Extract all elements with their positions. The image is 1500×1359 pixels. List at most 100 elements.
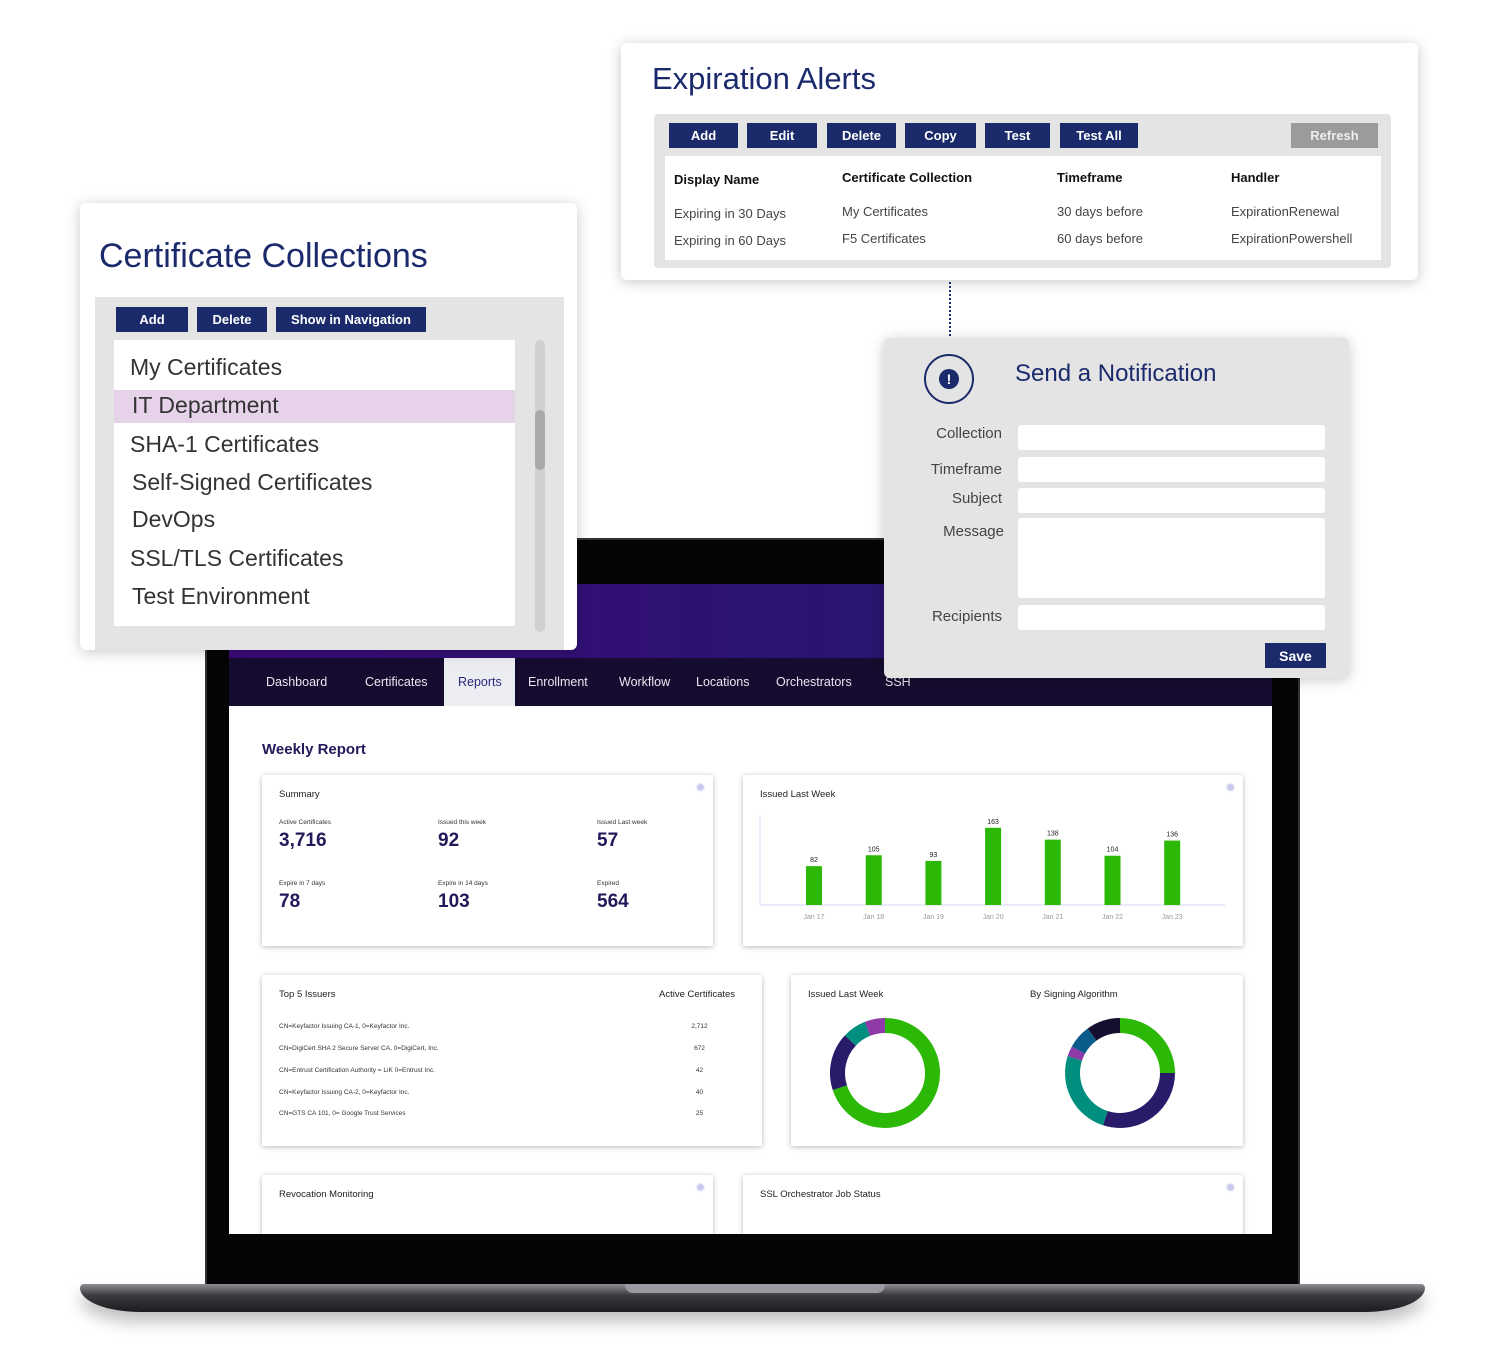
gear-icon[interactable]: ✹	[695, 780, 706, 796]
x-tick-label: Jan 19	[923, 914, 944, 921]
stat-label: Active Certificates	[279, 819, 332, 826]
column-header: Display Name	[674, 172, 760, 187]
issuer-count: 42	[695, 1067, 704, 1074]
add-button[interactable]: Add	[669, 123, 738, 148]
recipients-input[interactable]	[1018, 605, 1325, 630]
card-title: Revocation Monitoring	[279, 1189, 374, 1200]
revocation-card: Revocation Monitoring ✹	[262, 1175, 713, 1234]
column-header: Timeframe	[1057, 170, 1123, 185]
issuer-count: 40	[695, 1089, 704, 1096]
list-item[interactable]: Test Environment	[132, 583, 310, 610]
laptop-base	[80, 1284, 1425, 1312]
panel-title: Send a Notification	[1015, 360, 1217, 387]
collection-input[interactable]	[1018, 425, 1325, 450]
donut-charts	[830, 1018, 1175, 1128]
message-textarea[interactable]	[1018, 518, 1325, 598]
list-item[interactable]: SSL/TLS Certificates	[130, 545, 343, 572]
bar-chart: 82 Jan 17 105 Jan 18 93 Jan 19 163 Jan 20 138 Jan…	[759, 815, 1225, 921]
stat-value: 57	[597, 830, 619, 851]
bar-value-label: 136	[1166, 832, 1178, 839]
list-item-selected[interactable]: IT Department	[132, 392, 279, 419]
bar	[1164, 840, 1181, 905]
nav-locations[interactable]: Locations	[682, 658, 764, 706]
donut-slice	[1071, 1028, 1097, 1055]
bar-value-label: 104	[1107, 847, 1119, 854]
table-cell[interactable]: Expiring in 60 Days	[674, 233, 786, 248]
connector-line	[949, 282, 951, 344]
table-cell: 30 days before	[1057, 204, 1144, 219]
card-title: Summary	[279, 789, 320, 800]
send-notification-panel: ! Send a Notification Collection Timefra…	[884, 338, 1349, 678]
field-label: Subject	[951, 490, 1002, 507]
stat-value: 103	[438, 891, 470, 912]
collections-body: Add Delete Show in Navigation My Certifi…	[95, 297, 564, 650]
field-label: Timeframe	[930, 461, 1002, 478]
scrollbar[interactable]	[535, 340, 545, 632]
issuer-count: 2,712	[691, 1023, 708, 1030]
nav-enrollment[interactable]: Enrollment	[514, 658, 602, 706]
subject-input[interactable]	[1018, 488, 1325, 513]
bar-value-label: 105	[868, 846, 880, 853]
field-label: Recipients	[931, 608, 1002, 625]
collections-list: My Certificates IT Department SHA-1 Cert…	[114, 340, 515, 626]
bar	[1044, 839, 1061, 905]
column-header: Handler	[1231, 170, 1280, 185]
bar-value-label: 163	[987, 819, 999, 826]
bar	[806, 866, 822, 905]
gear-icon[interactable]: ✹	[695, 1180, 706, 1196]
table-cell: ExpirationRenewal	[1231, 204, 1340, 219]
table-cell[interactable]: Expiring in 30 Days	[674, 206, 786, 221]
bar	[925, 860, 942, 905]
donut-slice	[844, 1021, 871, 1046]
issuer-count: 25	[695, 1110, 704, 1117]
bar-value-label: 138	[1047, 831, 1059, 838]
stat-value: 3,716	[279, 830, 327, 851]
show-in-navigation-button[interactable]: Show in Navigation	[276, 307, 426, 332]
add-button[interactable]: Add	[116, 307, 188, 332]
donut-slice	[1103, 1072, 1175, 1128]
list-item[interactable]: SHA-1 Certificates	[130, 431, 319, 458]
stat-label: Expired	[597, 880, 620, 887]
expiration-alerts-panel: Expiration Alerts Add Edit Delete Copy T…	[621, 43, 1418, 280]
timeframe-input[interactable]	[1018, 457, 1325, 482]
test-button[interactable]: Test	[985, 123, 1050, 148]
x-tick-label: Jan 18	[863, 914, 884, 921]
issuer-count: 672	[694, 1045, 705, 1052]
table-cell: My Certificates	[842, 204, 928, 219]
x-tick-label: Jan 20	[983, 914, 1004, 921]
gear-icon[interactable]: ✹	[1225, 1180, 1236, 1196]
x-tick-label: Jan 21	[1042, 914, 1063, 921]
nav-orchestrators[interactable]: Orchestrators	[762, 658, 866, 706]
delete-button[interactable]: Delete	[197, 307, 267, 332]
issuer-name: CN=Entrust Certification Authority = LiK…	[279, 1067, 435, 1074]
list-item[interactable]: Self-Signed Certificates	[132, 469, 372, 496]
bar-value-label: 93	[930, 852, 938, 859]
stat-label: Issued this week	[438, 819, 487, 826]
copy-button[interactable]: Copy	[905, 123, 976, 148]
save-button[interactable]: Save	[1265, 643, 1326, 668]
x-tick-label: Jan 22	[1102, 914, 1123, 921]
panel-title: Expiration Alerts	[652, 61, 876, 96]
card-title: Top 5 Issuers	[279, 989, 336, 1000]
nav-dashboard[interactable]: Dashboard	[252, 658, 341, 706]
table-cell: 60 days before	[1057, 231, 1144, 246]
stat-value: 92	[438, 830, 460, 851]
edit-button[interactable]: Edit	[747, 123, 817, 148]
issuer-name: CN=Keyfactor Issuing CA-1, 0=Keyfactor I…	[279, 1023, 410, 1030]
test-all-button[interactable]: Test All	[1060, 123, 1138, 148]
nav-reports[interactable]: Reports	[444, 658, 515, 706]
scrollbar-thumb[interactable]	[535, 410, 545, 470]
top-issuers-card: Top 5 Issuers Active Certificates CN=Key…	[262, 975, 762, 1146]
bar	[865, 855, 882, 905]
donut-slice	[830, 1035, 857, 1090]
list-item[interactable]: DevOps	[132, 506, 215, 533]
refresh-button[interactable]: Refresh	[1291, 123, 1378, 148]
stat-label: Expire in 14 days	[438, 880, 488, 887]
list-item[interactable]: My Certificates	[130, 354, 282, 381]
table-cell: F5 Certificates	[842, 231, 926, 246]
nav-certificates[interactable]: Certificates	[351, 658, 442, 706]
nav-workflow[interactable]: Workflow	[605, 658, 684, 706]
delete-button[interactable]: Delete	[827, 123, 896, 148]
donut-slice	[1087, 1018, 1121, 1041]
stat-value: 78	[279, 891, 301, 912]
